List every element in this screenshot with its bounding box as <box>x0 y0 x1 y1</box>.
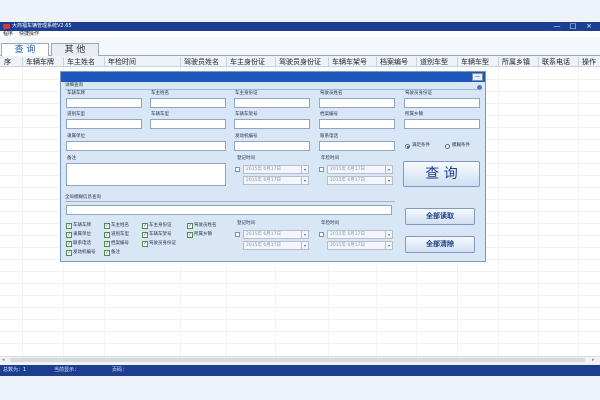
column-header[interactable]: 年检时间 <box>106 57 136 67</box>
app-logo-icon <box>3 24 10 29</box>
fuzzy-inspect-date-to[interactable]: 2015年 6月17日 ▾ <box>327 241 393 250</box>
status-current: 当前显示： <box>54 367 80 373</box>
label-fuzzy-inspect-time: 年检时间 <box>321 221 339 226</box>
inspect-date-from[interactable]: 2015年 6月17日 ▾ <box>327 165 393 174</box>
label-owner-name: 车主姓名 <box>151 91 169 96</box>
scroll-thumb[interactable] <box>10 358 585 362</box>
column-header[interactable]: 车辆车牌 <box>24 57 54 67</box>
minimize-button[interactable]: — <box>552 22 562 31</box>
column-header[interactable]: 驾驶员身份证 <box>277 57 321 67</box>
inspect-date-to[interactable]: 2015年 6月17日 ▾ <box>327 176 393 185</box>
label-register-time: 登记时间 <box>237 156 255 161</box>
fuzzy-register-checkbox[interactable] <box>235 232 240 237</box>
query-button[interactable]: 查 询 <box>403 161 480 187</box>
register-date-to[interactable]: 2015年 6月17日 ▾ <box>243 176 309 185</box>
label-driver-name: 驾驶员姓名 <box>320 91 343 96</box>
road-type-input[interactable] <box>66 119 142 129</box>
status-total: 总数为：1 <box>3 367 27 373</box>
check-driver-id[interactable]: ✓ 驾驶员身份证 <box>142 241 176 247</box>
label-fuzzy-register-time: 登记时间 <box>237 221 255 226</box>
label-frame-no: 车辆车架号 <box>235 112 258 117</box>
vehicle-type-input[interactable] <box>150 119 226 129</box>
fuzzy-inspect-date-from[interactable]: 2015年 6月17日 ▾ <box>327 230 393 239</box>
read-all-button[interactable]: 全部读取 <box>405 208 475 225</box>
label-archive-no: 档案编号 <box>320 112 338 117</box>
label-unit: 隶属单位 <box>67 134 85 139</box>
window-title: 大商福车辆管理系统V2.65 <box>12 23 72 29</box>
column-header[interactable]: 道别车型 <box>418 57 448 67</box>
label-township: 所属乡镇 <box>405 112 423 117</box>
check-owner-name[interactable]: ✓ 车主姓名 <box>104 223 129 229</box>
owner-id-input[interactable] <box>234 98 310 108</box>
column-header[interactable]: 车主身份证 <box>228 57 265 67</box>
status-page: 页码： <box>112 367 128 373</box>
clear-all-button[interactable]: 全部清除 <box>405 236 475 253</box>
column-header[interactable]: 车辆车型 <box>459 57 489 67</box>
check-driver-name[interactable]: ✓ 驾驶员姓名 <box>187 223 217 229</box>
column-header[interactable]: 序 <box>2 57 11 67</box>
dialog-header: — <box>61 72 485 82</box>
check-owner-id[interactable]: ✓ 车主身份证 <box>142 223 172 229</box>
engine-no-input[interactable] <box>234 141 310 151</box>
archive-no-input[interactable] <box>319 119 395 129</box>
label-inspect-time: 年检时间 <box>321 156 339 161</box>
label-phone: 联系电话 <box>320 134 338 139</box>
unit-input[interactable] <box>66 141 226 151</box>
scroll-left-icon[interactable]: ◂ <box>2 357 5 363</box>
check-plate[interactable]: ✓ 车辆车牌 <box>66 223 91 229</box>
query-dialog: — 详细查询 车辆车牌 车主姓名 车主身份证 驾驶员姓名 驾驶员身份证 道别车型… <box>60 71 486 262</box>
app-window: 大商福车辆管理系统V2.65 — □ × 程序 快捷操作 查 询 其 他 序 车… <box>0 0 600 400</box>
driver-name-input[interactable] <box>319 98 395 108</box>
label-driver-id: 驾驶员身份证 <box>405 91 432 96</box>
column-header[interactable]: 驾驶员姓名 <box>182 57 219 67</box>
fuzzy-register-date-to[interactable]: 2015年 6月17日 ▾ <box>243 241 309 250</box>
horizontal-scrollbar[interactable]: ◂ ▸ <box>0 356 600 363</box>
phone-input[interactable] <box>319 141 395 151</box>
plate-input[interactable] <box>66 98 142 108</box>
label-owner-id: 车主身份证 <box>235 91 258 96</box>
check-township[interactable]: ✓ 所属乡镇 <box>187 232 212 238</box>
check-frame-no[interactable]: ✓ 车辆车架号 <box>142 232 172 238</box>
column-header[interactable]: 档案编号 <box>378 57 408 67</box>
column-header[interactable]: 车辆车架号 <box>330 57 367 67</box>
column-header[interactable]: 操作 <box>580 57 596 67</box>
column-header[interactable]: 车主姓名 <box>65 57 95 67</box>
fuzzy-inspect-checkbox[interactable] <box>319 232 324 237</box>
check-remark[interactable]: ✓ 备注 <box>104 250 120 256</box>
fuzzy-register-date-from[interactable]: 2015年 6月17日 ▾ <box>243 230 309 239</box>
status-bar: 总数为：1 当前显示： 页码： <box>0 365 600 376</box>
frame-no-input[interactable] <box>234 119 310 129</box>
tab-strip: 查 询 其 他 <box>0 37 600 56</box>
column-header[interactable]: 联系电话 <box>540 57 570 67</box>
fuzzy-search-input[interactable] <box>66 205 392 215</box>
check-engine-no[interactable]: ✓ 发动机编号 <box>66 250 96 256</box>
label-road-type: 道别车型 <box>67 112 85 117</box>
inspect-time-checkbox[interactable] <box>319 167 324 172</box>
label-vehicle-type: 车辆车型 <box>151 112 169 117</box>
close-button[interactable]: × <box>584 22 594 31</box>
tab-other[interactable]: 其 他 <box>51 43 99 56</box>
tab-query[interactable]: 查 询 <box>1 43 49 56</box>
register-date-from[interactable]: 2015年 6月17日 ▾ <box>243 165 309 174</box>
township-input[interactable] <box>404 119 480 129</box>
radio-exact[interactable]: 满足条件 <box>405 143 430 149</box>
check-unit[interactable]: ✓ 隶属单位 <box>66 232 91 238</box>
label-engine-no: 发动机编号 <box>235 134 258 139</box>
check-archive-no[interactable]: ✓ 档案编号 <box>104 241 129 247</box>
label-plate: 车辆车牌 <box>67 91 85 96</box>
grid-header: 序 车辆车牌 车主姓名 年检时间 驾驶员姓名 车主身份证 驾驶员身份证 车辆车架… <box>0 57 600 67</box>
column-header[interactable]: 所属乡镇 <box>500 57 530 67</box>
driver-id-input[interactable] <box>404 98 480 108</box>
scroll-right-icon[interactable]: ▸ <box>592 357 595 363</box>
dialog-collapse-button[interactable]: — <box>472 73 483 81</box>
check-phone[interactable]: ✓ 联系电话 <box>66 241 91 247</box>
radio-fuzzy[interactable]: 模糊条件 <box>445 143 470 149</box>
title-bar: 大商福车辆管理系统V2.65 — □ × <box>0 22 600 31</box>
register-time-checkbox[interactable] <box>235 167 240 172</box>
owner-name-input[interactable] <box>150 98 226 108</box>
check-road-type[interactable]: ✓ 道别车型 <box>104 232 129 238</box>
remark-textarea[interactable] <box>66 163 226 186</box>
label-remark: 备注 <box>67 156 76 161</box>
maximize-button[interactable]: □ <box>568 22 578 31</box>
